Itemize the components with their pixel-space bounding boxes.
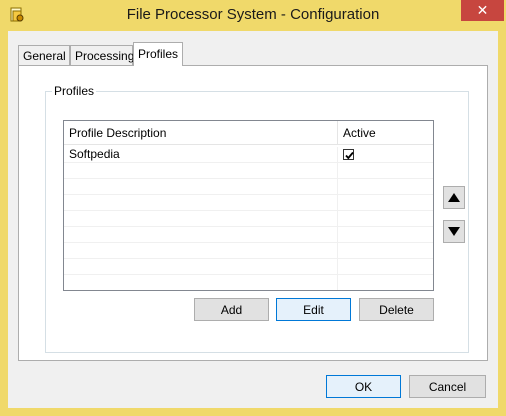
edit-button[interactable]: Edit xyxy=(276,298,351,321)
profiles-group-legend: Profiles xyxy=(52,84,97,98)
empty-row xyxy=(64,227,433,243)
empty-row xyxy=(64,195,433,211)
empty-row xyxy=(64,211,433,227)
column-header-description[interactable]: Profile Description xyxy=(64,121,338,145)
triangle-up-icon xyxy=(448,193,460,202)
dialog-client-area: General Processing Profiles Profiles Pro… xyxy=(8,31,498,408)
profiles-tab-panel: Profiles Profile Description Active Soft… xyxy=(18,65,488,361)
profile-description-cell: Softpedia xyxy=(64,147,338,163)
active-checkbox[interactable] xyxy=(343,149,354,160)
ok-button[interactable]: OK xyxy=(326,375,401,398)
triangle-down-icon xyxy=(448,227,460,236)
tab-processing-label: Processing xyxy=(75,49,135,63)
table-row[interactable]: Softpedia xyxy=(64,147,433,163)
empty-row xyxy=(64,275,433,290)
checkmark-icon xyxy=(345,151,354,160)
empty-row xyxy=(64,179,433,195)
tab-general[interactable]: General xyxy=(18,45,70,65)
tab-general-label: General xyxy=(23,49,66,63)
empty-row xyxy=(64,243,433,259)
tab-profiles-label: Profiles xyxy=(138,47,179,61)
profile-active-cell xyxy=(338,147,433,163)
close-button[interactable]: ✕ xyxy=(461,0,504,21)
empty-row xyxy=(64,259,433,275)
delete-button[interactable]: Delete xyxy=(359,298,434,321)
move-down-button[interactable] xyxy=(443,220,465,243)
title-bar[interactable]: File Processor System - Configuration ✕ xyxy=(0,0,506,31)
cancel-button[interactable]: Cancel xyxy=(409,375,486,398)
window-title: File Processor System - Configuration xyxy=(126,6,380,23)
tab-processing[interactable]: Processing xyxy=(70,45,135,65)
move-up-button[interactable] xyxy=(443,186,465,209)
profiles-list[interactable]: Profile Description Active Softpedia xyxy=(63,120,434,291)
add-button[interactable]: Add xyxy=(194,298,269,321)
tab-profiles[interactable]: Profiles xyxy=(133,42,183,66)
profiles-groupbox: Profiles Profile Description Active Soft… xyxy=(45,84,469,353)
close-icon: ✕ xyxy=(476,2,489,18)
column-header-active[interactable]: Active xyxy=(338,121,433,145)
config-window: File Processor System - Configuration ✕ … xyxy=(0,0,506,416)
empty-row xyxy=(64,163,433,179)
